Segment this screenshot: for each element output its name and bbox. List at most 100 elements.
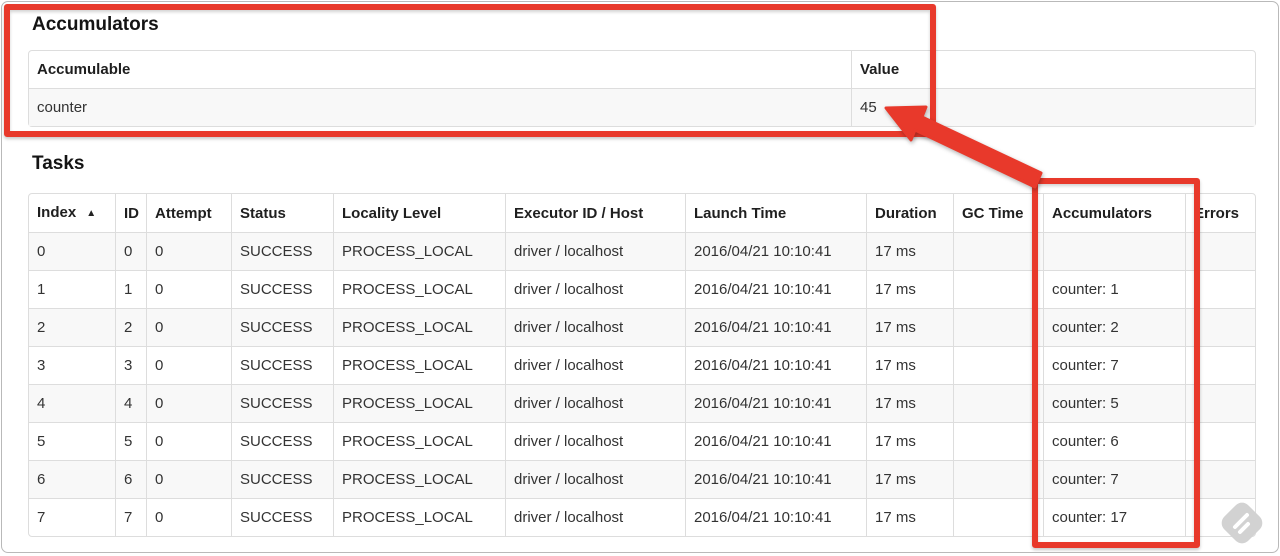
cell-id: 7: [115, 498, 146, 536]
column-header-duration[interactable]: Duration: [866, 194, 953, 232]
cell-status: SUCCESS: [231, 308, 333, 346]
cell-launch-time: 2016/04/21 10:10:41: [685, 384, 866, 422]
cell-status: SUCCESS: [231, 270, 333, 308]
column-header-launch-time[interactable]: Launch Time: [685, 194, 866, 232]
cell-accumulators: [1043, 232, 1185, 270]
column-header-locality-level[interactable]: Locality Level: [333, 194, 505, 232]
sort-ascending-icon: ▲: [86, 208, 97, 219]
column-header-gc-time[interactable]: GC Time: [953, 194, 1043, 232]
cell-status: SUCCESS: [231, 498, 333, 536]
cell-accumulators: counter: 2: [1043, 308, 1185, 346]
cell-errors: [1185, 346, 1255, 384]
cell-duration: 17 ms: [866, 384, 953, 422]
cell-duration: 17 ms: [866, 308, 953, 346]
cell-accumulators: counter: 7: [1043, 346, 1185, 384]
cell-gc-time: [953, 460, 1043, 498]
cell-index: 2: [29, 308, 115, 346]
cell-index: 7: [29, 498, 115, 536]
cell-duration: 17 ms: [866, 346, 953, 384]
cell-launch-time: 2016/04/21 10:10:41: [685, 422, 866, 460]
cell-errors: [1185, 498, 1255, 536]
cell-attempt: 0: [146, 460, 231, 498]
cell-status: SUCCESS: [231, 460, 333, 498]
column-header-errors[interactable]: Errors: [1185, 194, 1255, 232]
column-header-accumulators[interactable]: Accumulators: [1043, 194, 1185, 232]
cell-status: SUCCESS: [231, 422, 333, 460]
column-header-index[interactable]: Index ▲: [29, 194, 115, 232]
cell-errors: [1185, 422, 1255, 460]
cell-launch-time: 2016/04/21 10:10:41: [685, 460, 866, 498]
cell-accumulators: counter: 6: [1043, 422, 1185, 460]
cell-locality-level: PROCESS_LOCAL: [333, 498, 505, 536]
cell-locality-level: PROCESS_LOCAL: [333, 460, 505, 498]
cell-accumulable: counter: [29, 88, 851, 126]
cell-launch-time: 2016/04/21 10:10:41: [685, 232, 866, 270]
cell-locality-level: PROCESS_LOCAL: [333, 384, 505, 422]
column-header-attempt[interactable]: Attempt: [146, 194, 231, 232]
table-row: 0 0 0 SUCCESS PROCESS_LOCAL driver / localhos…: [29, 232, 1255, 270]
cell-errors: [1185, 270, 1255, 308]
cell-index: 0: [29, 232, 115, 270]
cell-id: 3: [115, 346, 146, 384]
cell-executor-id-host: driver / localhost: [505, 384, 685, 422]
cell-id: 4: [115, 384, 146, 422]
cell-executor-id-host: driver / localhost: [505, 346, 685, 384]
cell-index: 5: [29, 422, 115, 460]
table-row: 2 2 0 SUCCESS PROCESS_LOCAL driver / localhos…: [29, 308, 1255, 346]
cell-accumulators: counter: 17: [1043, 498, 1185, 536]
cell-executor-id-host: driver / localhost: [505, 422, 685, 460]
spark-ui-window: Accumulators Accumulable Value counter 45 T…: [1, 1, 1279, 553]
cell-status: SUCCESS: [231, 346, 333, 384]
column-header-accumulable[interactable]: Accumulable: [29, 51, 851, 88]
cell-attempt: 0: [146, 422, 231, 460]
cell-index: 1: [29, 270, 115, 308]
table-row: 3 3 0 SUCCESS PROCESS_LOCAL driver / localhos…: [29, 346, 1255, 384]
cell-gc-time: [953, 346, 1043, 384]
cell-id: 1: [115, 270, 146, 308]
table-row: 6 6 0 SUCCESS PROCESS_LOCAL driver / localhos…: [29, 460, 1255, 498]
cell-duration: 17 ms: [866, 232, 953, 270]
cell-locality-level: PROCESS_LOCAL: [333, 232, 505, 270]
cell-executor-id-host: driver / localhost: [505, 308, 685, 346]
cell-gc-time: [953, 422, 1043, 460]
table-row: 4 4 0 SUCCESS PROCESS_LOCAL driver / localhos…: [29, 384, 1255, 422]
cell-locality-level: PROCESS_LOCAL: [333, 308, 505, 346]
column-header-status[interactable]: Status: [231, 194, 333, 232]
accumulators-section-heading: Accumulators: [32, 14, 159, 35]
cell-gc-time: [953, 384, 1043, 422]
column-header-value[interactable]: Value: [851, 51, 1255, 88]
cell-launch-time: 2016/04/21 10:10:41: [685, 346, 866, 384]
cell-gc-time: [953, 498, 1043, 536]
cell-locality-level: PROCESS_LOCAL: [333, 422, 505, 460]
cell-status: SUCCESS: [231, 384, 333, 422]
accumulators-table: Accumulable Value counter 45: [28, 50, 1256, 127]
cell-attempt: 0: [146, 232, 231, 270]
cell-id: 5: [115, 422, 146, 460]
cell-locality-level: PROCESS_LOCAL: [333, 270, 505, 308]
cell-errors: [1185, 232, 1255, 270]
column-header-executor-id-host[interactable]: Executor ID / Host: [505, 194, 685, 232]
cell-attempt: 0: [146, 498, 231, 536]
cell-duration: 17 ms: [866, 422, 953, 460]
cell-accumulators: counter: 1: [1043, 270, 1185, 308]
cell-index: 6: [29, 460, 115, 498]
tasks-section-heading: Tasks: [32, 153, 85, 174]
cell-launch-time: 2016/04/21 10:10:41: [685, 498, 866, 536]
cell-attempt: 0: [146, 270, 231, 308]
cell-attempt: 0: [146, 346, 231, 384]
cell-errors: [1185, 460, 1255, 498]
cell-gc-time: [953, 270, 1043, 308]
cell-accumulators: counter: 5: [1043, 384, 1185, 422]
column-header-id[interactable]: ID: [115, 194, 146, 232]
cell-attempt: 0: [146, 308, 231, 346]
cell-status: SUCCESS: [231, 232, 333, 270]
table-row: 1 1 0 SUCCESS PROCESS_LOCAL driver / localhos…: [29, 270, 1255, 308]
cell-duration: 17 ms: [866, 270, 953, 308]
cell-gc-time: [953, 232, 1043, 270]
cell-executor-id-host: driver / localhost: [505, 460, 685, 498]
cell-executor-id-host: driver / localhost: [505, 498, 685, 536]
cell-launch-time: 2016/04/21 10:10:41: [685, 308, 866, 346]
cell-index: 3: [29, 346, 115, 384]
cell-errors: [1185, 384, 1255, 422]
table-row: 7 7 0 SUCCESS PROCESS_LOCAL driver / localhos…: [29, 498, 1255, 536]
